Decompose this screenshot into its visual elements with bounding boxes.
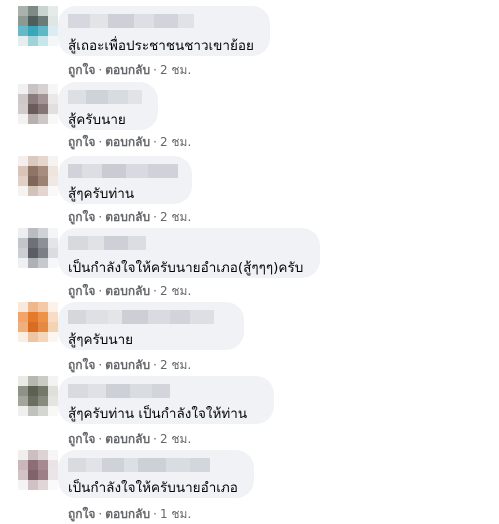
reply-link[interactable]: ตอบกลับ [105, 507, 150, 521]
separator-dot: · [98, 284, 103, 298]
comment-actions: ถูกใจ · ตอบกลับ · 2 ชม. [68, 133, 191, 152]
comment-item: เป็นกำลังใจให้ครับนายอำเภอ ถูกใจ · ตอบกลับ… [0, 446, 499, 521]
reply-link[interactable]: ตอบกลับ [105, 284, 150, 298]
comment-text: สู้ๆครับนาย [68, 332, 134, 348]
like-link[interactable]: ถูกใจ [68, 135, 95, 149]
comment-timestamp[interactable]: 2 ชม. [160, 358, 191, 372]
comment-text: สู้เถอะเพื่อประชาชนชาวเขาย้อย [68, 38, 254, 54]
reply-link[interactable]: ตอบกลับ [105, 63, 150, 77]
comment-item: สู้ๆครับนาย ถูกใจ · ตอบกลับ · 2 ชม. [0, 298, 499, 372]
separator-dot: · [153, 432, 157, 446]
blurred-author-name[interactable] [68, 236, 146, 250]
comment-timestamp[interactable]: 2 ชม. [160, 284, 191, 298]
blurred-author-name[interactable] [68, 310, 214, 324]
avatar[interactable] [18, 450, 58, 490]
comment-bubble: สู้ครับนาย [58, 82, 158, 130]
avatar[interactable] [18, 6, 58, 46]
reply-link[interactable]: ตอบกลับ [105, 358, 150, 372]
comment-item: สู้ๆครับท่าน ถูกใจ · ตอบกลับ · 2 ชม. [0, 152, 499, 224]
blurred-author-name[interactable] [68, 164, 178, 178]
reply-link[interactable]: ตอบกลับ [105, 210, 150, 224]
comment-timestamp[interactable]: 1 ชม. [160, 507, 191, 521]
separator-dot: · [98, 507, 103, 521]
comment-timestamp[interactable]: 2 ชม. [160, 432, 191, 446]
comment-item: เป็นกำลังใจให้ครับนายอำเภอ(สู้ๆๆๆ)ครับ ถ… [0, 224, 499, 298]
comment-text: เป็นกำลังใจให้ครับนายอำเภอ(สู้ๆๆๆ)ครับ [68, 260, 304, 276]
comment-text: สู้ๆครับท่าน เป็นกำลังใจให้ท่าน [68, 406, 248, 422]
like-link[interactable]: ถูกใจ [68, 432, 95, 446]
like-link[interactable]: ถูกใจ [68, 284, 95, 298]
separator-dot: · [98, 210, 103, 224]
separator-dot: · [153, 507, 157, 521]
avatar[interactable] [18, 156, 58, 196]
comment-bubble: เป็นกำลังใจให้ครับนายอำเภอ(สู้ๆๆๆ)ครับ [58, 228, 320, 278]
like-link[interactable]: ถูกใจ [68, 507, 95, 521]
comment-bubble: สู้ๆครับท่าน [58, 156, 192, 204]
separator-dot: · [98, 135, 103, 149]
separator-dot: · [153, 63, 157, 77]
separator-dot: · [153, 210, 157, 224]
blurred-author-name[interactable] [68, 90, 142, 104]
comment-actions: ถูกใจ · ตอบกลับ · 1 ชม. [68, 505, 191, 524]
like-link[interactable]: ถูกใจ [68, 358, 95, 372]
comment-timestamp[interactable]: 2 ชม. [160, 63, 191, 77]
comment-text: เป็นกำลังใจให้ครับนายอำเภอ [68, 480, 238, 496]
avatar[interactable] [18, 376, 58, 416]
avatar[interactable] [18, 302, 58, 342]
reply-link[interactable]: ตอบกลับ [105, 432, 150, 446]
comment-text: สู้ๆครับท่าน [68, 186, 135, 202]
like-link[interactable]: ถูกใจ [68, 63, 95, 77]
like-link[interactable]: ถูกใจ [68, 210, 95, 224]
reply-link[interactable]: ตอบกลับ [105, 135, 150, 149]
separator-dot: · [153, 358, 157, 372]
comment-bubble: สู้เถอะเพื่อประชาชนชาวเขาย้อย [58, 6, 270, 56]
separator-dot: · [98, 432, 103, 446]
comment-bubble: เป็นกำลังใจให้ครับนายอำเภอ [58, 450, 254, 498]
blurred-author-name[interactable] [68, 384, 170, 398]
separator-dot: · [153, 284, 157, 298]
separator-dot: · [98, 63, 103, 77]
comment-item: สู้ๆครับท่าน เป็นกำลังใจให้ท่าน ถูกใจ · ตอ… [0, 372, 499, 446]
comment-item: สู้เถอะเพื่อประชาชนชาวเขาย้อย ถูกใจ · ตอบก… [0, 0, 499, 77]
comment-timestamp[interactable]: 2 ชม. [160, 135, 191, 149]
comment-item: สู้ครับนาย ถูกใจ · ตอบกลับ · 2 ชม. [0, 78, 499, 149]
comment-text: สู้ครับนาย [68, 112, 126, 128]
comment-bubble: สู้ๆครับท่าน เป็นกำลังใจให้ท่าน [58, 376, 274, 424]
separator-dot: · [153, 135, 157, 149]
blurred-author-name[interactable] [68, 458, 210, 472]
comment-bubble: สู้ๆครับนาย [58, 302, 244, 350]
comment-timestamp[interactable]: 2 ชม. [160, 210, 191, 224]
separator-dot: · [98, 358, 103, 372]
blurred-author-name[interactable] [68, 14, 194, 28]
avatar[interactable] [18, 84, 58, 124]
avatar[interactable] [18, 228, 58, 268]
